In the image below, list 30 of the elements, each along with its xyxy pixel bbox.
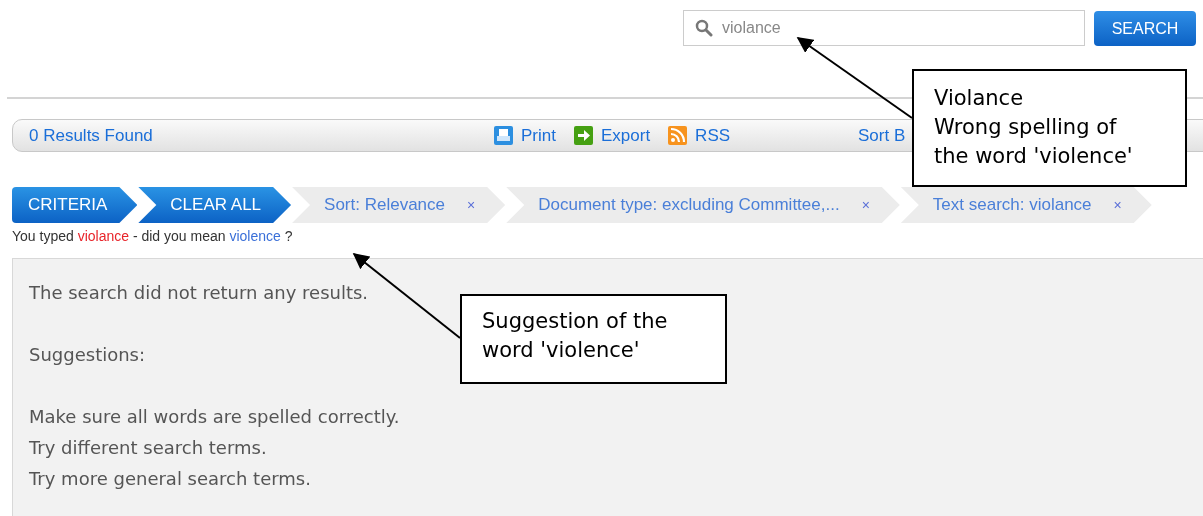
rss-icon	[668, 126, 688, 145]
did-you-mean-text: You typed violance - did you mean violence ?	[12, 228, 294, 244]
filter-label: Sort: Relevance	[324, 195, 446, 215]
search-button[interactable]: SEARCH	[1094, 11, 1196, 46]
filter-label: Text search: violance	[932, 195, 1092, 215]
results-count: 0 Results Found	[29, 125, 154, 146]
annotation-text: the word 'violence'	[934, 143, 1134, 170]
suggestion-link[interactable]: violence	[229, 228, 281, 244]
criteria-tab[interactable]: CRITERIA	[12, 187, 138, 223]
export-link[interactable]: Export	[573, 125, 651, 146]
remove-filter-button[interactable]: ×	[861, 197, 870, 213]
clear-all-button[interactable]: CLEAR ALL	[138, 187, 292, 223]
suggestion-tip: Try different search terms.	[29, 436, 267, 460]
annotation-text: Suggestion of the	[482, 308, 669, 335]
no-results-text: The search did not return any results.	[29, 281, 369, 305]
print-link[interactable]: Print	[494, 125, 556, 146]
printer-icon	[494, 126, 513, 145]
rss-link[interactable]: RSS	[668, 125, 731, 146]
remove-filter-button[interactable]: ×	[1113, 197, 1122, 213]
annotation-text: Violance	[934, 85, 1025, 112]
suggestion-tip: Try more general search terms.	[29, 467, 311, 491]
annotation-text: Wrong spelling of	[934, 114, 1118, 141]
annotation-text: word 'violence'	[482, 337, 641, 364]
sort-label[interactable]: Sort B	[858, 125, 906, 146]
search-field[interactable]: violance	[683, 10, 1085, 46]
remove-filter-button[interactable]: ×	[467, 197, 476, 213]
search-icon	[695, 19, 713, 37]
suggestions-heading: Suggestions:	[29, 343, 146, 367]
filter-label: Document type: excluding Committee,...	[538, 195, 840, 215]
suggestion-tip: Make sure all words are spelled correctly.	[29, 405, 400, 429]
